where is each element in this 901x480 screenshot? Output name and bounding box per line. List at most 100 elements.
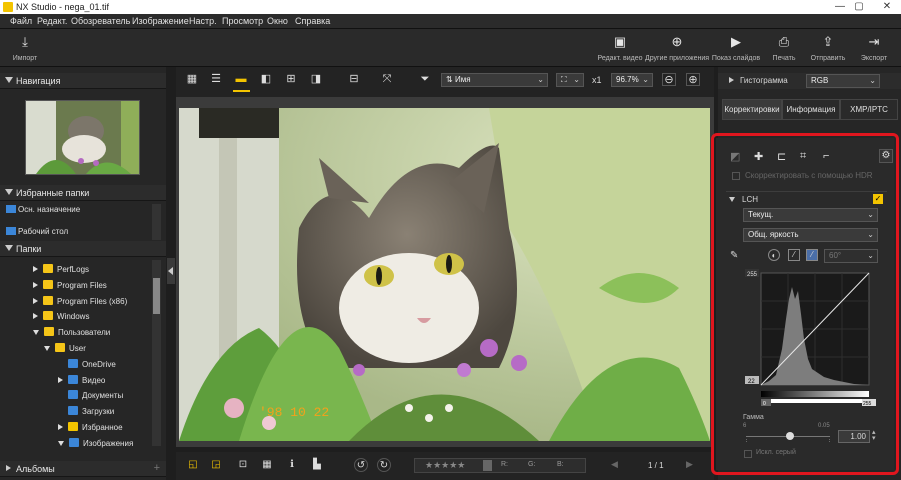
lch-header[interactable]: LCH ✓ <box>726 191 887 205</box>
export-button[interactable]: ⇥ Экспорт <box>848 35 900 63</box>
compare-view-icon[interactable]: ◧ <box>259 73 273 86</box>
menu-edit[interactable]: Редакт. <box>37 16 67 26</box>
tone-curve-graph[interactable]: 255 22 0 255 <box>744 269 880 411</box>
prev-page-icon[interactable]: ◀ <box>611 459 618 470</box>
single-view-icon[interactable]: ▬ <box>234 73 248 86</box>
expand-arrow-icon[interactable] <box>33 330 39 336</box>
fav-item-desktop[interactable]: Рабочий стол <box>6 227 68 237</box>
folder-item[interactable]: PerfLogs <box>33 264 89 279</box>
folder-item[interactable]: Избранное <box>58 422 123 437</box>
rotate-left-icon[interactable]: ↺ <box>354 458 368 472</box>
folder-item[interactable]: Program Files (x86) <box>33 295 127 311</box>
zoom-out-icon[interactable]: ⊖ <box>662 73 676 86</box>
bandage-icon[interactable]: ✚ <box>754 150 763 163</box>
slides-icon[interactable]: ⊡ <box>236 458 250 472</box>
menu-file[interactable]: Файл <box>10 16 32 26</box>
collapse-arrow-icon[interactable] <box>58 424 63 430</box>
add-album-icon[interactable]: + <box>154 462 160 474</box>
menu-browser[interactable]: Обозреватель <box>71 16 130 26</box>
folder-item[interactable]: User <box>44 343 86 358</box>
favorites-scrollbar[interactable] <box>152 204 161 240</box>
next-page-icon[interactable]: ▶ <box>686 459 693 470</box>
before-after-icon[interactable]: ◨ <box>309 73 323 86</box>
folder-item[interactable]: Документы <box>58 390 123 405</box>
perspective-icon[interactable]: ⌐ <box>823 150 829 162</box>
collapse-arrow-icon[interactable] <box>33 297 38 304</box>
slideshow-button[interactable]: ▶ Показ слайдов <box>710 35 762 63</box>
folder-item[interactable]: Загрузки <box>58 406 114 421</box>
menu-view[interactable]: Просмотр <box>222 16 263 26</box>
menu-settings[interactable]: Настр. <box>189 16 217 26</box>
folders-header[interactable]: Папки <box>0 241 166 257</box>
folders-scrollbar-thumb[interactable] <box>153 278 160 314</box>
rating-stars[interactable]: ★★★★★ <box>425 460 465 471</box>
favorites-header[interactable]: Избранные папки <box>0 185 166 201</box>
collapse-arrow-icon[interactable] <box>33 266 38 272</box>
albums-header[interactable]: Альбомы + <box>0 461 166 477</box>
main-photo[interactable]: '98 10 22 <box>179 108 710 441</box>
color-curve-icon[interactable]: ⁄ <box>806 249 818 261</box>
info-icon[interactable]: ℹ <box>285 458 299 472</box>
eyedropper-icon[interactable]: ✎ <box>730 250 738 261</box>
close-button[interactable]: ✕ <box>880 1 894 13</box>
linear-curve-icon[interactable]: ⁄ <box>788 249 800 261</box>
tab-adjustments[interactable]: Корректировки <box>722 99 782 120</box>
edit-video-button[interactable]: ▣ Редакт. видео <box>594 35 646 63</box>
send-button[interactable]: ⇪ Отправить <box>802 35 854 63</box>
fav-item-main-destination[interactable]: Осн. назначение <box>6 205 80 220</box>
other-apps-button[interactable]: ⊕ Другие приложения <box>644 35 710 63</box>
angle-dropdown[interactable]: 60° ⌄ <box>824 249 878 263</box>
folder-item[interactable]: OneDrive <box>58 358 116 374</box>
layout-icon[interactable]: ⊟ <box>347 73 361 86</box>
rating-flag-icon[interactable] <box>483 460 492 471</box>
protect-icon[interactable]: ◲ <box>209 458 223 472</box>
collapse-arrow-icon[interactable] <box>33 281 38 288</box>
crop-icon[interactable]: ⌗ <box>800 150 806 163</box>
import-button[interactable]: ⤓ Импорт <box>10 35 40 63</box>
gear-icon[interactable]: ⚙ <box>879 149 893 163</box>
collapse-arrow-icon[interactable] <box>33 313 38 320</box>
hdr-checkbox[interactable] <box>732 172 740 180</box>
lch-channel-dropdown[interactable]: Общ. яркость ⌄ <box>743 228 878 242</box>
auto-retouch-icon[interactable]: ◩ <box>730 150 740 163</box>
folder-item[interactable]: Windows <box>33 311 89 326</box>
filter-icon[interactable]: ⏷ <box>418 73 432 86</box>
menu-window[interactable]: Окно <box>267 16 288 26</box>
lch-enable-checkbox[interactable]: ✓ <box>873 194 883 204</box>
table-icon[interactable]: ▦ <box>260 458 274 472</box>
fit-dropdown[interactable]: ⛶ ⌄ <box>556 73 584 87</box>
navigation-header[interactable]: Навигация <box>0 73 166 89</box>
histogram-channel-dropdown[interactable]: RGB ⌄ <box>806 74 880 88</box>
label-icon[interactable]: ◱ <box>186 458 200 472</box>
range-left-label[interactable]: 0 <box>763 401 766 407</box>
zoom-in-icon[interactable]: ⊕ <box>686 73 700 86</box>
maximize-button[interactable]: ▢ <box>852 1 866 13</box>
multi-view-icon[interactable]: ⊞ <box>284 73 298 86</box>
contrast-icon[interactable]: ◐ <box>768 249 780 261</box>
fit-screen-icon[interactable]: ⤧ <box>380 73 394 86</box>
left-panel-collapse-handle[interactable] <box>167 258 175 284</box>
menu-image[interactable]: Изображение <box>132 16 189 26</box>
expand-arrow-icon[interactable] <box>44 346 50 351</box>
sort-dropdown[interactable]: ⇅ Имя ⌄ <box>441 73 548 87</box>
minimize-button[interactable]: — <box>833 1 847 13</box>
collapse-arrow-icon[interactable] <box>58 376 63 383</box>
menu-help[interactable]: Справка <box>295 16 330 26</box>
exclude-gray-checkbox[interactable] <box>744 450 752 458</box>
rotate-right-icon[interactable]: ↻ <box>377 458 391 472</box>
tab-xmp-iptc[interactable]: XMP/IPTC <box>840 99 898 120</box>
grid-view-icon[interactable]: ▦ <box>185 73 199 86</box>
histogram-icon[interactable]: ▙ <box>310 458 324 472</box>
navigation-thumbnail[interactable] <box>25 100 140 175</box>
zoom-dropdown[interactable]: 96.7% ⌄ <box>611 73 653 87</box>
gamma-stepper[interactable]: ▴ ▾ <box>872 429 876 442</box>
folder-item[interactable]: Изображения <box>58 437 133 453</box>
tab-information[interactable]: Информация <box>782 99 840 120</box>
list-view-icon[interactable]: ☰ <box>209 73 223 86</box>
folder-item[interactable]: Видео <box>58 374 105 390</box>
folder-item[interactable]: Пользователи <box>33 327 110 342</box>
straighten-icon[interactable]: ⊏ <box>777 150 786 163</box>
gamma-value-input[interactable]: 1.00 <box>838 430 870 443</box>
range-right-label[interactable]: 255 <box>863 401 872 407</box>
folders-scrollbar[interactable] <box>152 260 161 446</box>
